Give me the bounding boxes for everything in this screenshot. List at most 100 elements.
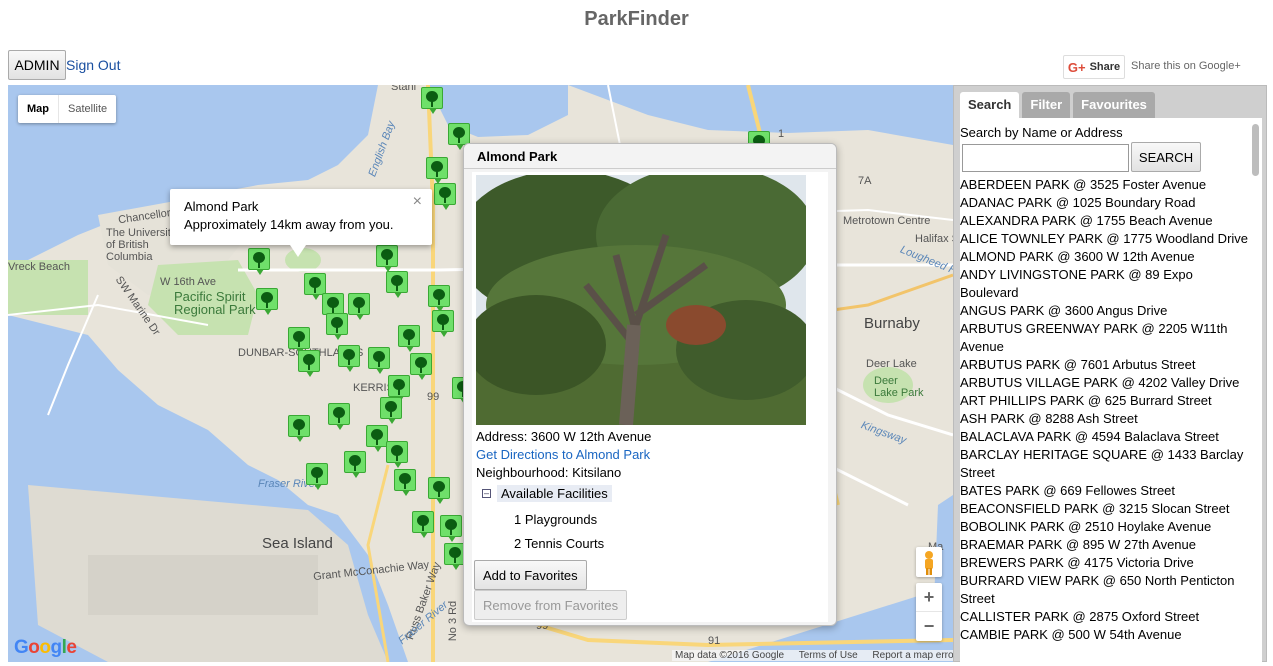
park-marker[interactable]: [298, 350, 320, 377]
park-marker[interactable]: [434, 183, 456, 210]
park-marker[interactable]: [326, 313, 348, 340]
park-marker[interactable]: [380, 397, 402, 424]
terms-of-use-link[interactable]: Terms of Use: [799, 650, 858, 661]
tab-filter[interactable]: Filter: [1022, 92, 1071, 118]
close-icon[interactable]: ×: [413, 193, 422, 211]
park-marker[interactable]: [306, 463, 328, 490]
tooltip-distance-text: Approximately 14km away from you.: [184, 217, 394, 232]
park-marker[interactable]: [412, 511, 434, 538]
tab-favourites[interactable]: Favourites: [1073, 92, 1155, 118]
park-marker[interactable]: [256, 288, 278, 315]
park-list-item[interactable]: ALICE TOWNLEY PARK @ 1775 Woodland Drive: [960, 230, 1248, 248]
zoom-out-button[interactable]: −: [916, 612, 942, 641]
park-list-item[interactable]: ADANAC PARK @ 1025 Boundary Road: [960, 194, 1248, 212]
park-map[interactable]: Map Satellite Stanl English Bay Chancell…: [8, 85, 953, 662]
park-list-item[interactable]: ART PHILLIPS PARK @ 625 Burrard Street: [960, 392, 1248, 410]
park-marker[interactable]: [376, 245, 398, 272]
park-marker[interactable]: [394, 469, 416, 496]
map-view-button[interactable]: Map: [18, 95, 58, 123]
park-marker[interactable]: [426, 157, 448, 184]
park-list-item[interactable]: ANGUS PARK @ 3600 Angus Drive: [960, 302, 1248, 320]
park-list-item[interactable]: CAMBIE PARK @ 500 W 54th Avenue: [960, 626, 1248, 644]
park-marker[interactable]: [322, 293, 344, 320]
park-marker[interactable]: [432, 310, 454, 337]
facilities-toggle[interactable]: – Available Facilities: [482, 485, 612, 502]
park-marker[interactable]: [366, 425, 388, 452]
park-list-item[interactable]: ALEXANDRA PARK @ 1755 Beach Avenue: [960, 212, 1248, 230]
park-address: Address: 3600 W 12th Avenue: [476, 429, 652, 444]
park-marker[interactable]: [421, 87, 443, 114]
zoom-in-button[interactable]: +: [916, 583, 942, 612]
tree-icon: [370, 428, 384, 446]
google-logo: Google: [14, 637, 77, 658]
park-marker[interactable]: [304, 273, 326, 300]
report-map-error-link[interactable]: Report a map error: [872, 650, 953, 661]
park-list-item[interactable]: ALMOND PARK @ 3600 W 12th Avenue: [960, 248, 1248, 266]
highway-1-badge: 1: [778, 128, 785, 140]
park-marker[interactable]: [288, 327, 310, 354]
tree-icon: [330, 316, 344, 334]
add-to-favorites-button[interactable]: Add to Favorites: [474, 560, 587, 590]
remove-from-favorites-button[interactable]: Remove from Favorites: [474, 590, 628, 620]
park-marker[interactable]: [428, 477, 450, 504]
search-button[interactable]: SEARCH: [1131, 142, 1201, 172]
directions-link[interactable]: Get Directions to Almond Park: [476, 447, 650, 462]
park-list-item[interactable]: BARCLAY HERITAGE SQUARE @ 1433 Barclay S…: [960, 446, 1248, 482]
park-marker[interactable]: [388, 375, 410, 402]
satellite-view-button[interactable]: Satellite: [58, 95, 116, 123]
park-list-item[interactable]: ABERDEEN PARK @ 3525 Foster Avenue: [960, 176, 1248, 194]
park-list-item[interactable]: ARBUTUS GREENWAY PARK @ 2205 W11th Avenu…: [960, 320, 1248, 356]
tree-icon: [384, 400, 398, 418]
tree-icon: [292, 330, 306, 348]
park-marker[interactable]: [348, 293, 370, 320]
tooltip-title: Almond Park: [184, 199, 259, 214]
park-list-item[interactable]: BRAEMAR PARK @ 895 W 27th Avenue: [960, 536, 1248, 554]
park-marker[interactable]: [386, 271, 408, 298]
scrollbar[interactable]: [1252, 124, 1259, 176]
pegman-icon: [925, 551, 933, 575]
park-list-item[interactable]: ASH PARK @ 8288 Ash Street: [960, 410, 1248, 428]
admin-button[interactable]: ADMIN: [8, 50, 66, 80]
park-marker[interactable]: [368, 347, 390, 374]
collapse-icon: –: [482, 488, 491, 498]
tree-icon: [352, 296, 366, 314]
park-marker[interactable]: [398, 325, 420, 352]
tree-icon: [444, 518, 458, 536]
park-list-item[interactable]: BURRARD VIEW PARK @ 650 North Penticton …: [960, 572, 1248, 608]
app-title: ParkFinder: [584, 8, 689, 30]
park-list-item[interactable]: BOBOLINK PARK @ 2510 Hoylake Avenue: [960, 518, 1248, 536]
tree-icon: [414, 356, 428, 374]
park-list-item[interactable]: BATES PARK @ 669 Fellowes Street: [960, 482, 1248, 500]
park-marker[interactable]: [440, 515, 462, 542]
tree-icon: [380, 248, 394, 266]
park-list-item[interactable]: BREWERS PARK @ 4175 Victoria Drive: [960, 554, 1248, 572]
park-marker[interactable]: [410, 353, 432, 380]
park-marker[interactable]: [386, 441, 408, 468]
park-list-item[interactable]: ARBUTUS VILLAGE PARK @ 4202 Valley Drive: [960, 374, 1248, 392]
park-list-item[interactable]: ANDY LIVINGSTONE PARK @ 89 Expo Boulevar…: [960, 266, 1248, 302]
sign-out-link[interactable]: Sign Out: [66, 57, 120, 73]
tree-icon: [416, 514, 430, 532]
park-marker[interactable]: [248, 248, 270, 275]
tree-icon: [392, 378, 406, 396]
park-list-item[interactable]: CALLISTER PARK @ 2875 Oxford Street: [960, 608, 1248, 626]
map-label-sea-island: Sea Island: [262, 535, 333, 552]
google-plus-share-button[interactable]: G+ Share: [1063, 55, 1125, 79]
park-marker[interactable]: [428, 285, 450, 312]
park-marker[interactable]: [344, 451, 366, 478]
tree-icon: [342, 348, 356, 366]
park-list-item[interactable]: ARBUTUS PARK @ 7601 Arbutus Street: [960, 356, 1248, 374]
tree-icon: [390, 444, 404, 462]
park-marker[interactable]: [288, 415, 310, 442]
park-marker[interactable]: [328, 403, 350, 430]
tree-icon: [438, 186, 452, 204]
search-input[interactable]: [962, 144, 1129, 172]
park-list-item[interactable]: BEACONSFIELD PARK @ 3215 Slocan Street: [960, 500, 1248, 518]
park-list-item[interactable]: BALACLAVA PARK @ 4594 Balaclava Street: [960, 428, 1248, 446]
tree-icon: [310, 466, 324, 484]
street-view-pegman[interactable]: [916, 547, 942, 577]
park-marker[interactable]: [448, 123, 470, 150]
tab-search[interactable]: Search: [960, 92, 1020, 118]
park-marker[interactable]: [338, 345, 360, 372]
share-label: Share: [1089, 61, 1121, 73]
